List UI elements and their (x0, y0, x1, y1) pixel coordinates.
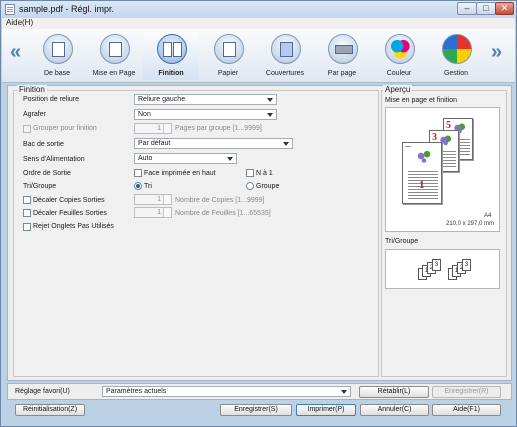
output-tray-select[interactable]: Par défaut (134, 138, 293, 149)
reset-button[interactable]: Réinitialisation(Z) (15, 404, 85, 416)
cancel-button[interactable]: Annuler(C) (360, 404, 429, 416)
offset-copies-stepper[interactable]: 1 (134, 194, 172, 205)
offset-copies-checkbox[interactable] (23, 196, 31, 204)
tab-toolbar: « De base Mise en Page Finition Papier C… (2, 29, 515, 83)
print-settings-window: sample.pdf - Régl. impr. – □ ✕ Aide(H) «… (0, 0, 517, 427)
tab-par-page[interactable]: Par page (314, 32, 370, 80)
tab-label: Gestion (443, 70, 469, 77)
group-finishing-checkbox[interactable] (23, 125, 31, 133)
binding-position-select[interactable]: Reliure gauche (134, 94, 277, 105)
maximize-button[interactable]: □ (476, 2, 496, 15)
group-radio-label: Groupe (256, 183, 280, 190)
tab-couleur[interactable]: Couleur (371, 32, 427, 80)
tab-gestion[interactable]: Gestion (428, 32, 484, 80)
offset-copies-hint: Nombre de Copies [1...9999] (175, 197, 265, 204)
restore-button[interactable]: Rétablir(L) (359, 386, 429, 398)
tab-label: Par page (327, 70, 357, 77)
staple-select[interactable]: Non (134, 109, 277, 120)
staple-label: Agrafer (23, 111, 46, 118)
sort-group-preview: 1 2 3 1 2 3 (385, 249, 500, 289)
paper-dimensions: 210,0 x 297,0 mm (446, 221, 495, 227)
tab-label: Couleur (386, 70, 412, 77)
pages-per-group-hint: Pages par groupe [1...9999] (175, 125, 262, 132)
finition-group (13, 90, 379, 377)
help-button[interactable]: Aide(F1) (432, 404, 501, 416)
face-up-checkbox[interactable] (134, 169, 142, 177)
page-number: 1 (419, 179, 425, 191)
paper-icon (214, 34, 244, 64)
feed-direction-label: Sens d'Alimentation (23, 156, 85, 163)
stack-sheet: 3 (462, 259, 471, 271)
staple-mark (405, 146, 411, 147)
face-up-label: Face imprimée en haut (144, 170, 216, 177)
favorite-setting-label: Réglage favori(U) (15, 388, 70, 395)
document-icon (5, 4, 15, 15)
tab-label: Finition (158, 70, 184, 77)
tab-mise-en-page[interactable]: Mise en Page (86, 32, 142, 80)
sort-radio-label: Tri (144, 183, 152, 190)
offset-sheets-hint: Nombre de Feuilles [1...65535] (175, 210, 271, 217)
save-favorite-button[interactable]: Enregistrer(R) (432, 386, 501, 398)
finition-group-title: Finition (17, 85, 47, 94)
tab-papier[interactable]: Papier (200, 32, 256, 80)
layout-finishing-label: Mise en page et finition (385, 97, 457, 104)
per-page-icon (328, 34, 358, 64)
title-bar: sample.pdf - Régl. impr. – □ ✕ (1, 1, 516, 18)
output-order-label: Ordre de Sortie (23, 170, 71, 177)
output-tray-label: Bac de sortie (23, 141, 64, 148)
tab-label: Papier (217, 70, 239, 77)
preview-image: 5 3 1 A4 210,0 x 297,0 mm (385, 107, 500, 232)
cover-icon (271, 34, 301, 64)
offset-sheets-checkbox[interactable] (23, 209, 31, 217)
menu-bar: Aide(H) (2, 18, 515, 29)
offset-sheets-label: Décaler Feuilles Sorties (33, 210, 107, 217)
n-to-1-label: N à 1 (256, 170, 273, 177)
sort-group-label: Tri/Groupe (23, 183, 57, 190)
preview-group-title: Aperçu (383, 85, 413, 94)
group-finishing-label: Grouper pour finition (33, 125, 97, 132)
feed-direction-select[interactable]: Auto (134, 153, 237, 164)
sort-radio[interactable] (134, 182, 142, 190)
basic-icon (43, 34, 73, 64)
offset-sheets-stepper[interactable]: 1 (134, 207, 172, 218)
reject-tabs-checkbox[interactable] (23, 223, 31, 231)
scroll-left-icon[interactable]: « (10, 41, 21, 64)
binding-position-label: Position de reliure (23, 96, 80, 103)
tab-de-base[interactable]: De base (29, 32, 85, 80)
scroll-right-icon[interactable]: » (491, 41, 502, 64)
tab-label: Mise en Page (92, 70, 136, 77)
favorite-setting-select[interactable]: Paramètres actuels (102, 386, 351, 397)
tab-label: Couvertures (265, 70, 305, 77)
finishing-icon (157, 34, 187, 64)
color-icon (385, 34, 415, 64)
tab-finition[interactable]: Finition (143, 32, 199, 80)
tab-couvertures[interactable]: Couvertures (257, 32, 313, 80)
reject-tabs-label: Rejet Onglets Pas Utilisés (33, 223, 114, 230)
menu-help[interactable]: Aide(H) (6, 18, 33, 27)
group-radio[interactable] (246, 182, 254, 190)
offset-copies-label: Décaler Copies Sorties (33, 197, 105, 204)
tab-label: De base (43, 70, 71, 77)
pages-per-group-stepper[interactable]: 1 (134, 123, 172, 134)
n-to-1-checkbox[interactable] (246, 169, 254, 177)
paper-size: A4 (484, 213, 492, 219)
minimize-button[interactable]: – (457, 2, 477, 15)
close-button[interactable]: ✕ (495, 2, 514, 15)
print-button[interactable]: Imprimer(P) (296, 404, 356, 416)
window-title: sample.pdf - Régl. impr. (19, 4, 115, 14)
sort-group-preview-label: Tri/Groupe (385, 238, 419, 245)
preview-page: 1 (402, 142, 442, 204)
save-button[interactable]: Enregistrer(S) (220, 404, 292, 416)
stack-sheet: 3 (432, 259, 441, 271)
layout-icon (100, 34, 130, 64)
management-icon (442, 34, 472, 64)
